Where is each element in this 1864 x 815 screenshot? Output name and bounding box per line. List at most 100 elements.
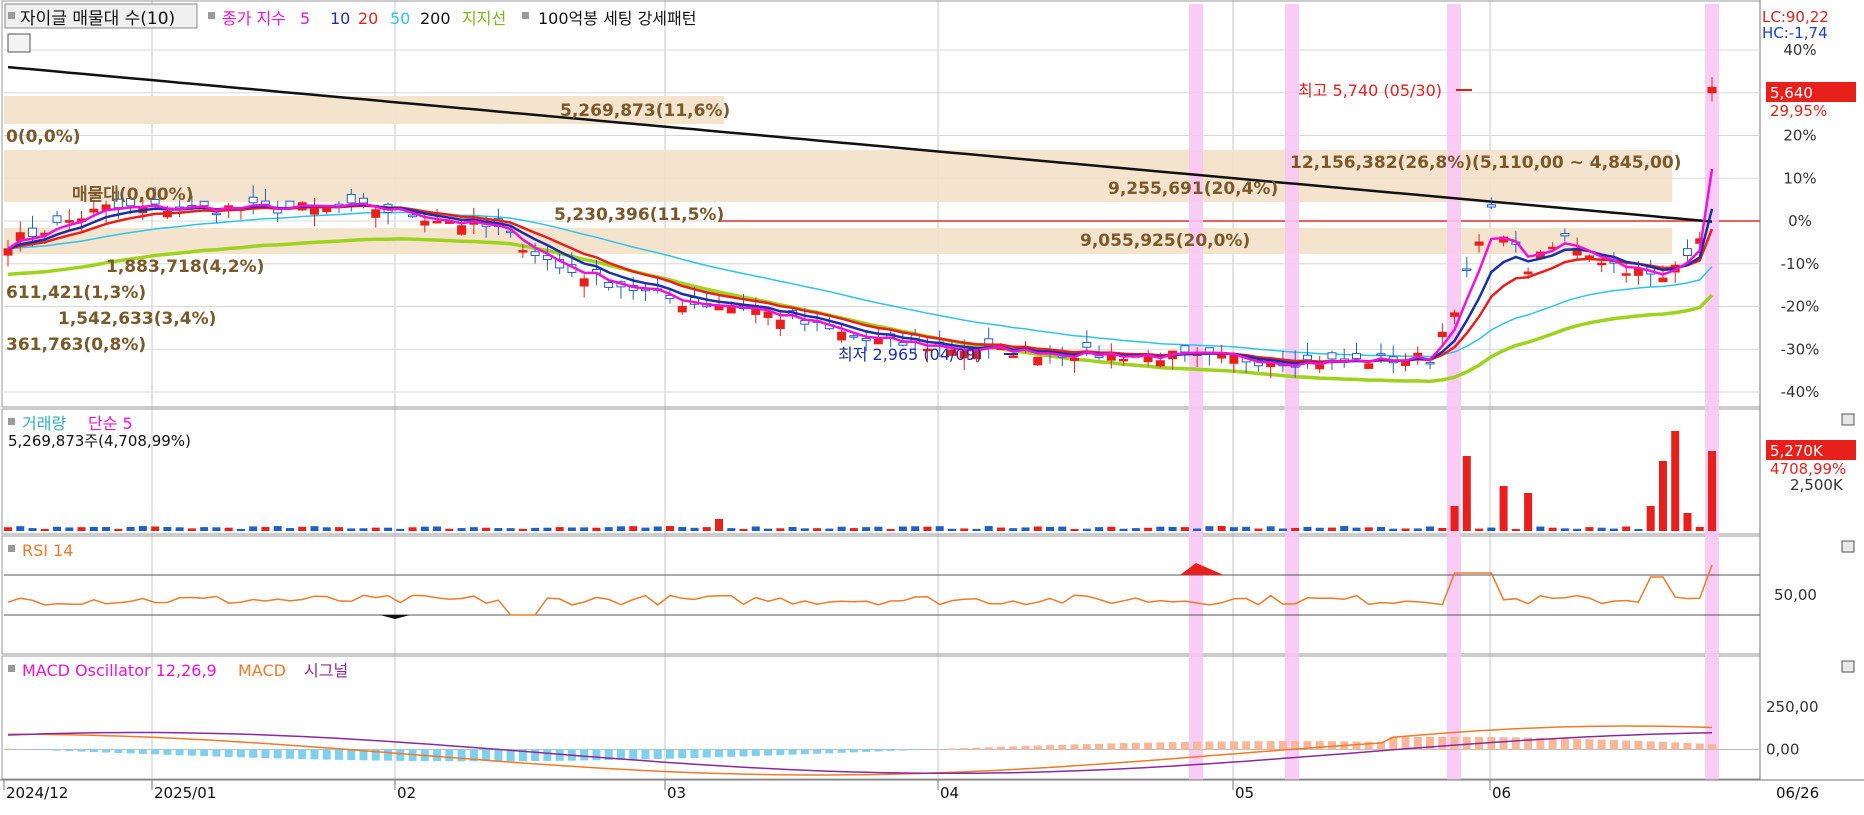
volume-bar — [825, 529, 833, 531]
volume-bar — [1340, 526, 1348, 531]
macd-osc-bar — [972, 748, 980, 750]
legend-period-200: 200 — [420, 9, 451, 28]
candle-body — [605, 283, 613, 288]
volume-bar — [78, 527, 86, 531]
macd-osc-bar — [850, 750, 858, 753]
volume-bar — [310, 526, 318, 531]
macd-osc-bar — [948, 749, 956, 750]
volume-bar — [519, 529, 527, 531]
vol-info: 5,269,873주(4,708,99%) — [8, 432, 191, 450]
macd-osc-bar — [1058, 745, 1066, 750]
macd-osc-bar — [1120, 743, 1128, 749]
rsi-tick: 50,00 — [1774, 586, 1817, 604]
panel-close-button[interactable] — [1842, 414, 1854, 425]
macd-osc-bar — [261, 750, 269, 759]
low-annotation: 최저 2,965 (04/09) — [838, 345, 982, 364]
macd-osc-bar — [580, 750, 588, 761]
volume-bar — [53, 527, 61, 531]
vol-legend: 거래량 — [22, 414, 66, 433]
volume-bar — [433, 526, 441, 531]
macd-legend-signal: 시그널 — [304, 661, 348, 680]
macd-osc-bar — [139, 750, 147, 754]
macd-osc-bar — [4, 749, 12, 750]
price-pct-tick: -40% — [1781, 383, 1820, 401]
macd-osc-bar — [985, 747, 993, 749]
macd-osc-bar — [1683, 743, 1691, 750]
macd-osc-bar — [445, 750, 453, 762]
volume-bar — [874, 527, 882, 531]
volume-bar — [948, 529, 956, 531]
macd-osc-bar — [801, 750, 809, 755]
macd-osc-bar — [1500, 737, 1508, 749]
macd-osc-bar — [703, 750, 711, 758]
macd-osc-bar — [752, 750, 760, 756]
candle-body — [4, 249, 12, 255]
volume-bar — [1610, 529, 1618, 531]
volume-bar — [1463, 456, 1471, 531]
x-month-label: 05 — [1235, 784, 1254, 802]
volume-bar — [1451, 506, 1459, 531]
volume-bar — [899, 527, 907, 531]
volume-profile-label: 0(0,0%) — [6, 127, 81, 147]
macd-osc-bar — [1095, 744, 1103, 750]
price-pct-tick: 10% — [1783, 169, 1816, 187]
macd-tick: 250,00 — [1766, 698, 1819, 716]
macd-osc-bar — [899, 750, 907, 751]
volume-profile-label: 5,269,873(11,6%) — [560, 101, 730, 121]
volume-bar — [1046, 527, 1054, 531]
candle-body — [1071, 359, 1079, 361]
stock-chart[interactable]: 40%30%20%10%0%-10%-20%-30%-40%자이글 매물대 수(… — [0, 0, 1864, 811]
macd-osc-bar — [1585, 739, 1593, 749]
macd-osc-bar — [629, 750, 637, 760]
chart-canvas[interactable]: 40%30%20%10%0%-10%-20%-30%-40%자이글 매물대 수(… — [0, 0, 1864, 811]
panel-close-button[interactable] — [1842, 661, 1854, 672]
macd-osc-bar — [740, 750, 748, 757]
macd-osc-bar — [114, 750, 122, 753]
volume-bar — [1303, 527, 1311, 531]
macd-osc-bar — [1144, 743, 1152, 750]
volume-bar — [1169, 527, 1177, 531]
candle-body — [1365, 364, 1373, 369]
macd-osc-bar — [666, 750, 674, 759]
macd-osc-bar — [323, 750, 331, 760]
candle-body — [1438, 332, 1446, 336]
volume-bar — [1438, 528, 1446, 531]
candle-body — [838, 332, 846, 340]
x-month-label: 2025/01 — [154, 784, 216, 802]
volume-bar — [1671, 431, 1679, 531]
volume-bar — [1267, 526, 1275, 531]
volume-bar — [1512, 529, 1520, 531]
macd-osc-bar — [176, 750, 184, 756]
panel-close-button[interactable] — [1842, 541, 1854, 552]
macd-osc-bar — [1328, 741, 1336, 749]
macd-osc-bar — [1071, 744, 1079, 749]
volume-bar — [715, 519, 723, 531]
x-month-label: 03 — [667, 784, 686, 802]
macd-osc-bar — [1254, 741, 1262, 749]
volume-bar — [396, 529, 404, 531]
volume-bar — [347, 528, 355, 531]
macd-osc-bar — [188, 750, 196, 756]
volume-bar — [16, 526, 24, 531]
macd-osc-bar — [1451, 737, 1459, 750]
legend-period-20: 20 — [358, 9, 378, 28]
candle-body — [1659, 278, 1667, 282]
volume-bar — [323, 527, 331, 531]
candle-body — [212, 213, 220, 215]
macd-osc-bar — [102, 750, 110, 753]
hc-label: HC:-1,74 — [1762, 24, 1828, 42]
macd-osc-bar — [237, 750, 245, 758]
volume-bar — [1058, 527, 1066, 531]
volume-bar — [740, 529, 748, 531]
macd-legend-osc: MACD Oscillator 12,26,9 — [22, 661, 217, 680]
volume-bar — [543, 528, 551, 531]
candle-body — [53, 216, 61, 223]
volume-profile-label: 5,230,396(11,5%) — [554, 205, 724, 225]
macd-osc-bar — [65, 750, 73, 752]
volume-bar — [212, 527, 220, 531]
macd-osc-bar — [458, 750, 466, 762]
macd-osc-bar — [813, 750, 821, 754]
macd-legend-macd: MACD — [238, 661, 286, 680]
volume-profile-label: 361,763(0,8%) — [6, 335, 146, 355]
price-pct-tick: 40% — [1783, 41, 1816, 59]
